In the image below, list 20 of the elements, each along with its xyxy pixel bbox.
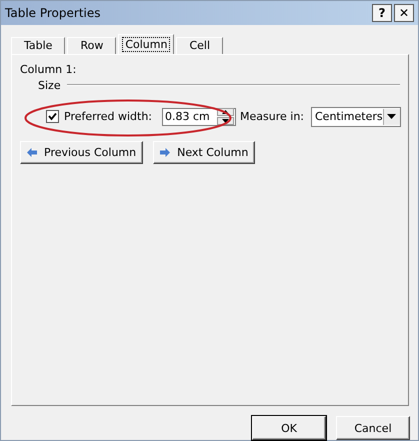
previous-column-button[interactable]: Previous Column (20, 140, 144, 164)
tab[interactable]: Cell (176, 36, 224, 54)
next-column-button[interactable]: Next Column (153, 140, 256, 164)
size-legend: Size (38, 78, 61, 92)
column-label: Column 1: (20, 62, 76, 76)
window-title: Table Properties (5, 6, 100, 20)
tab[interactable]: Row (67, 36, 116, 54)
preferred-width-label: Preferred width: (64, 110, 152, 124)
help-button[interactable]: ? (372, 4, 392, 22)
width-spin-field[interactable]: 0.83 cm (162, 108, 236, 126)
tab[interactable]: Table (11, 36, 66, 54)
measure-dropdown[interactable]: Centimeters (311, 106, 401, 127)
right-arrow-icon (160, 148, 170, 157)
left-arrow-icon (27, 148, 37, 157)
checkbox[interactable] (46, 110, 59, 124)
ok-button[interactable]: OK (252, 416, 326, 440)
measure-in-label: Measure in: (240, 110, 304, 124)
tab[interactable]: Column (118, 34, 174, 54)
close-button[interactable]: ✕ (394, 4, 414, 22)
cancel-button[interactable]: Cancel (336, 416, 410, 440)
